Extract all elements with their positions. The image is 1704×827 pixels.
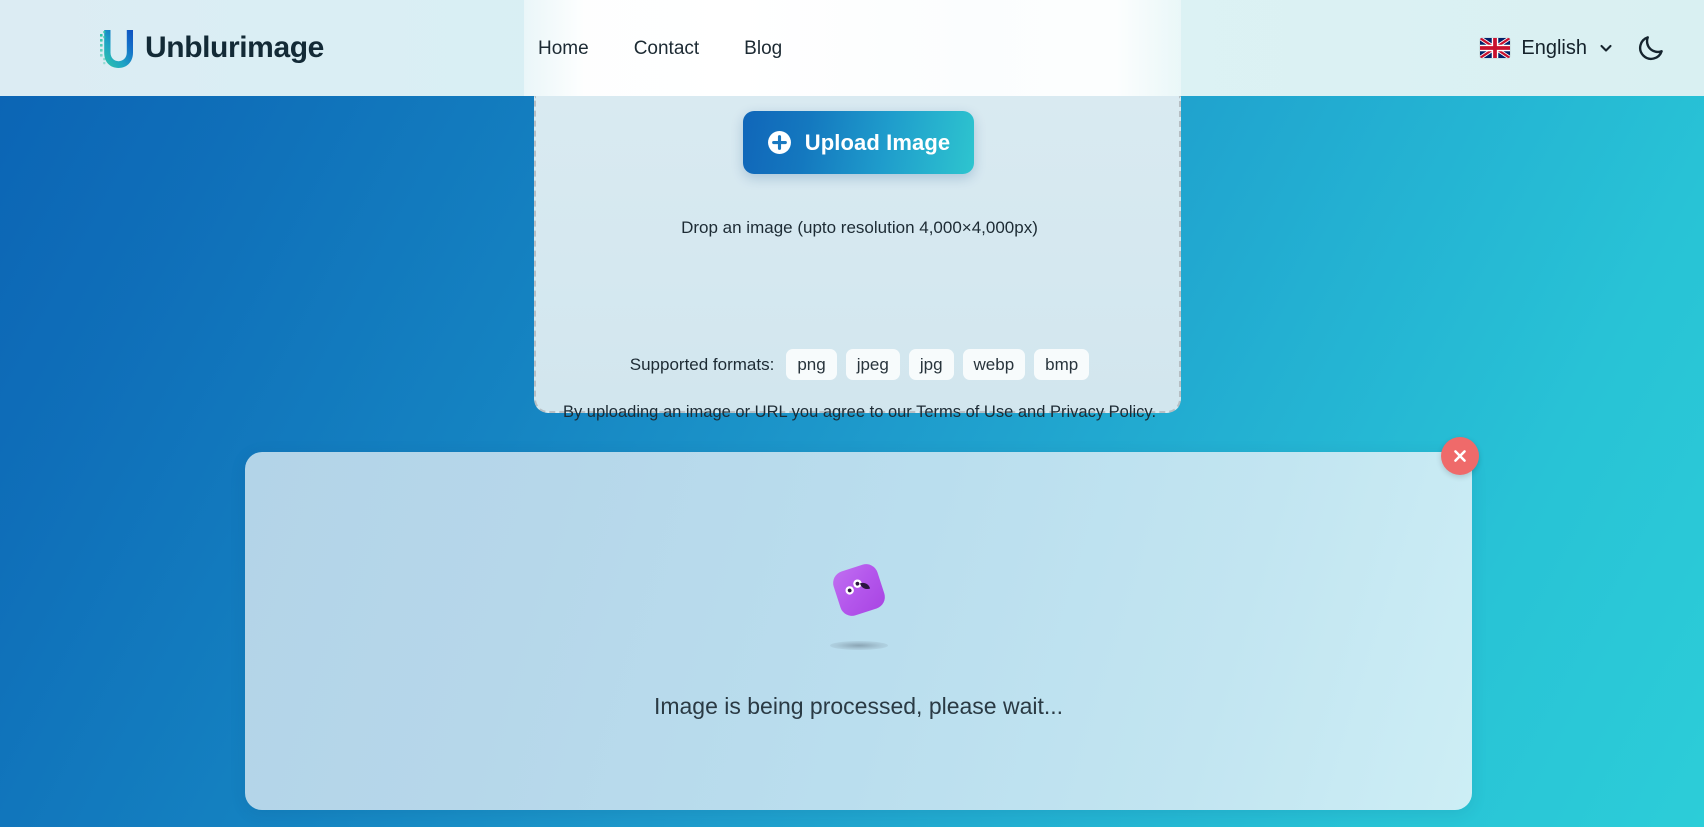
page-root: Unblurimage Home Contact Blog English Up… — [0, 0, 1704, 827]
format-pill-jpg: jpg — [908, 349, 954, 380]
supported-formats-row: Supported formats: png jpeg jpg webp bmp — [536, 349, 1183, 380]
format-pill-bmp: bmp — [1034, 349, 1090, 380]
nav-link-blog[interactable]: Blog — [742, 35, 784, 62]
main-navigation: Home Contact Blog — [536, 0, 784, 96]
processing-status-text: Image is being processed, please wait... — [653, 693, 1064, 719]
format-pill-jpeg: jpeg — [845, 349, 900, 380]
format-pill-png: png — [786, 349, 837, 380]
format-pill-webp: webp — [962, 349, 1026, 380]
unblurimage-u-logo-icon — [100, 30, 133, 68]
bouncing-cube-loader-icon — [829, 561, 888, 619]
chevron-down-icon — [1600, 44, 1612, 52]
drop-hint-text: Drop an image (upto resolution 4,000×4,0… — [681, 218, 1038, 237]
moon-icon[interactable] — [1636, 33, 1666, 63]
close-processing-button[interactable] — [1441, 437, 1479, 475]
language-label: English — [1521, 37, 1587, 59]
processing-card: Image is being processed, please wait... — [245, 452, 1472, 810]
uk-flag-icon — [1480, 38, 1511, 58]
brand-name: Unblurimage — [145, 31, 324, 64]
language-switcher[interactable]: English — [1480, 38, 1614, 58]
upload-button-label: Upload Image — [804, 129, 951, 155]
nav-link-contact[interactable]: Contact — [632, 35, 701, 62]
loading-animation — [245, 561, 1472, 650]
site-header: Unblurimage Home Contact Blog English — [0, 0, 1704, 96]
brand-logo-link[interactable]: Unblurimage — [100, 26, 324, 70]
header-right-controls: English — [1480, 0, 1666, 96]
close-x-icon — [1454, 450, 1466, 462]
loader-shadow — [829, 641, 888, 650]
upload-image-button[interactable]: Upload Image — [743, 111, 974, 174]
loader-face-icon — [844, 579, 870, 595]
terms-notice: By uploading an image or URL you agree t… — [562, 403, 1157, 421]
supported-formats-label: Supported formats: — [629, 354, 775, 374]
upload-dropzone[interactable]: Upload Image Drop an image (upto resolut… — [534, 96, 1183, 421]
plus-circle-icon — [767, 131, 791, 154]
nav-link-home[interactable]: Home — [536, 35, 591, 62]
